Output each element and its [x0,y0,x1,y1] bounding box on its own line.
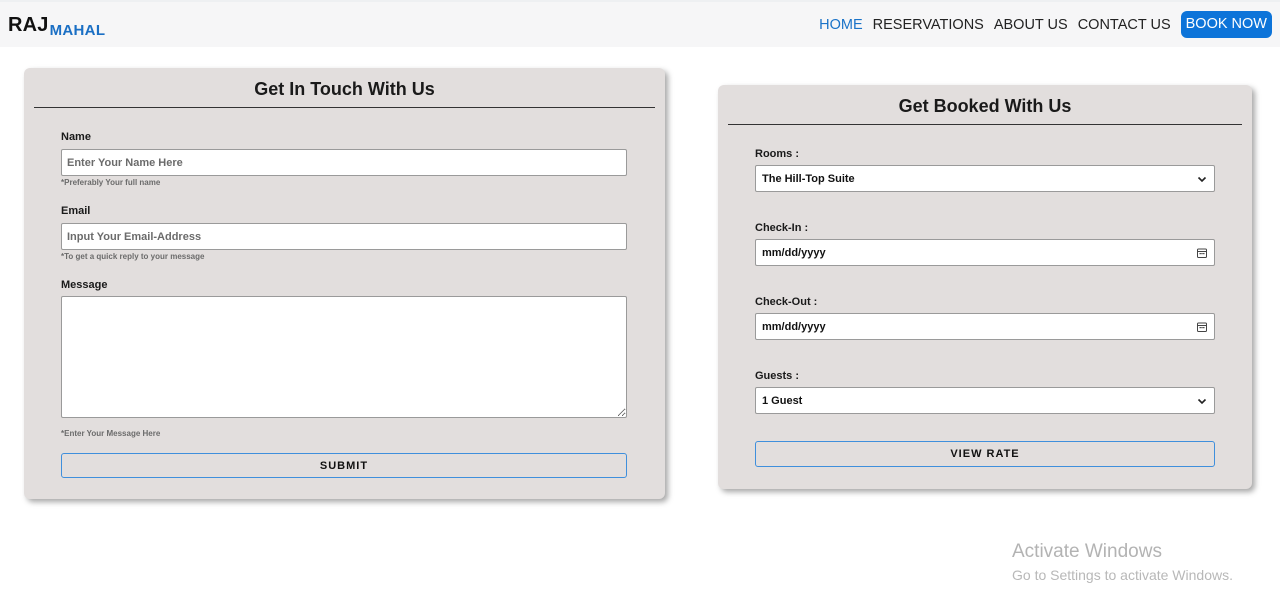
chevron-down-icon [1197,398,1207,404]
checkin-value: mm/dd/yyyy [762,246,826,259]
submit-button[interactable]: SUBMIT [61,453,627,478]
checkin-date-input[interactable]: mm/dd/yyyy [755,239,1215,266]
contact-title-divider [34,107,655,108]
contact-card-title: Get In Touch With Us [254,79,435,99]
guests-label: Guests : [755,370,800,382]
booking-card: Get Booked With Us Rooms : The Hill-Top … [718,85,1252,489]
nav-links: HOME RESERVATIONS ABOUT US CONTACT US BO… [809,11,1272,38]
nav-reservations[interactable]: RESERVATIONS [873,12,984,38]
name-label: Name [61,131,91,143]
activate-windows-title: Activate Windows [1012,541,1162,562]
brand-sub: MAHAL [49,22,106,39]
view-rate-button[interactable]: VIEW RATE [755,441,1215,467]
book-now-button[interactable]: BOOK NOW [1180,11,1272,38]
message-label: Message [61,279,108,291]
rooms-selected-value: The Hill-Top Suite [762,172,855,185]
nav-contact-us[interactable]: CONTACT US [1078,12,1171,38]
email-input[interactable] [61,223,627,250]
guests-selected-value: 1 Guest [762,394,803,407]
brand-logo[interactable]: RAJMAHAL [8,14,106,39]
calendar-icon[interactable] [1196,247,1208,259]
message-textarea[interactable] [61,296,627,418]
rooms-label: Rooms : [755,148,799,160]
booking-card-title: Get Booked With Us [898,96,1072,116]
email-hint: *To get a quick reply to your message [61,252,205,261]
name-hint: *Preferably Your full name [61,178,161,187]
name-input[interactable] [61,149,627,176]
activate-windows-subtitle: Go to Settings to activate Windows. [1012,567,1233,583]
guests-select[interactable]: 1 Guest [755,387,1215,414]
nav-home[interactable]: HOME [819,12,863,38]
rooms-select[interactable]: The Hill-Top Suite [755,165,1215,192]
calendar-icon[interactable] [1196,321,1208,333]
message-hint: *Enter Your Message Here [61,429,161,438]
checkin-label: Check-In : [755,222,809,234]
checkout-value: mm/dd/yyyy [762,320,826,333]
checkout-label: Check-Out : [755,296,818,308]
checkout-date-input[interactable]: mm/dd/yyyy [755,313,1215,340]
brand-main: RAJ [8,14,49,36]
navbar: RAJMAHAL HOME RESERVATIONS ABOUT US CONT… [0,0,1280,47]
booking-title-divider [728,124,1242,125]
nav-about-us[interactable]: ABOUT US [994,12,1068,38]
chevron-down-icon [1197,176,1207,182]
email-label: Email [61,205,91,217]
contact-card: Get In Touch With Us Name *Preferably Yo… [24,68,665,499]
